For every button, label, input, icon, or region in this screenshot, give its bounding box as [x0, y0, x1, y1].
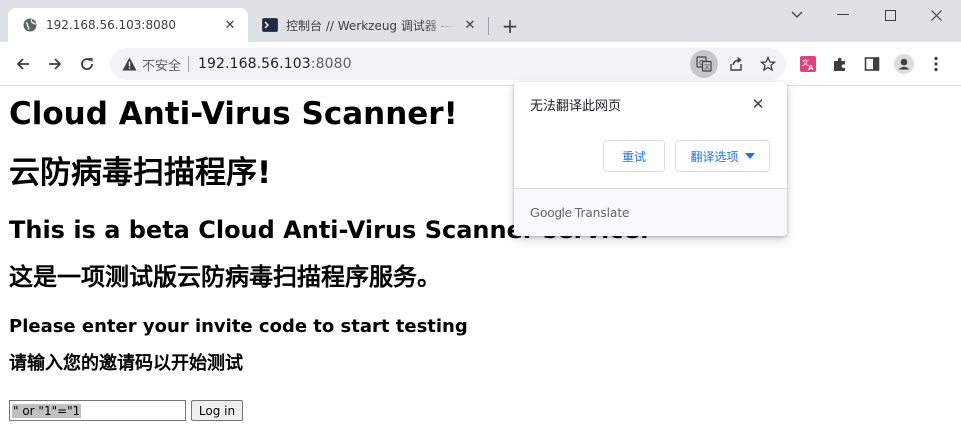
translate-product-label: Translate [574, 205, 630, 220]
tab-title: 控制台 // Werkzeug 调试器 --- [286, 18, 454, 33]
tab-title: 192.168.56.103:8080 [46, 18, 177, 32]
page-title-zh: 云防病毒扫描程序! [9, 155, 272, 191]
extensions-puzzle-icon[interactable] [826, 50, 854, 78]
back-arrow-icon[interactable] [9, 50, 37, 78]
forward-arrow-icon[interactable] [41, 50, 69, 78]
tab-separator [488, 17, 489, 35]
subtitle-zh: 这是一项测试版云防病毒扫描程序服务。 [9, 263, 441, 291]
dropdown-caret-icon [744, 153, 755, 159]
translate-icon[interactable]: G文 [690, 50, 718, 78]
invite-code-input[interactable]: " or "1"="1 [9, 400, 186, 421]
page-title-en: Cloud Anti-Virus Scanner! [9, 96, 458, 132]
bookmark-star-icon[interactable] [754, 50, 782, 78]
url-text[interactable]: 192.168.56.103:8080 [198, 56, 352, 72]
translate-popup: 无法翻译此网页 ✕ 重试 翻译选项 Google Translate [514, 82, 787, 236]
globe-icon [22, 17, 38, 33]
translate-extension-icon[interactable]: 文A [794, 50, 822, 78]
kebab-menu-icon[interactable] [922, 50, 950, 78]
prompt-en: Please enter your invite code to start t… [9, 316, 468, 337]
tab-search-chevron-icon[interactable] [774, 0, 820, 30]
translate-popup-footer: Google Translate [514, 188, 787, 236]
translate-popup-message: 无法翻译此网页 [530, 99, 622, 114]
profile-avatar-icon[interactable] [890, 50, 918, 78]
tab-close-icon[interactable]: ✕ [222, 17, 238, 33]
tab-active[interactable]: 192.168.56.103:8080 ✕ [8, 8, 248, 42]
address-divider [188, 56, 190, 72]
maximize-icon[interactable] [867, 0, 913, 30]
close-icon[interactable]: ✕ [748, 94, 768, 114]
retry-button[interactable]: 重试 [603, 140, 665, 172]
reload-icon[interactable] [73, 50, 101, 78]
svg-text:A: A [808, 64, 814, 72]
address-bar[interactable]: 不安全 192.168.56.103:8080 [110, 48, 786, 80]
security-label[interactable]: 不安全 [142, 55, 181, 74]
google-brand-label: Google [530, 205, 572, 220]
translate-options-label: 翻译选项 [690, 149, 739, 164]
not-secure-warning-icon[interactable] [120, 55, 138, 73]
tab-strip: 192.168.56.103:8080 ✕ 控制台 // Werkzeug 调试… [0, 0, 961, 42]
translate-options-button[interactable]: 翻译选项 [675, 140, 770, 172]
login-button[interactable]: Log in [191, 400, 243, 421]
tab-inactive[interactable]: 控制台 // Werkzeug 调试器 --- ✕ [252, 8, 488, 42]
svg-text:文: 文 [704, 63, 710, 71]
prompt-zh: 请输入您的邀请码以开始测试 [9, 353, 243, 374]
close-window-icon[interactable] [913, 0, 959, 30]
tab-close-icon[interactable]: ✕ [462, 17, 478, 33]
url-host: 192.168.56.103 [198, 56, 311, 72]
side-panel-icon[interactable] [858, 50, 886, 78]
invite-code-value: " or "1"="1 [12, 403, 82, 418]
page-content: Cloud Anti-Virus Scanner! 云防病毒扫描程序! This… [0, 87, 961, 448]
browser-toolbar: 不安全 192.168.56.103:8080 G文 文A [0, 42, 961, 86]
new-tab-plus-icon[interactable]: + [498, 14, 522, 38]
terminal-icon [262, 17, 278, 33]
url-port: :8080 [310, 56, 352, 72]
share-icon[interactable] [722, 50, 750, 78]
minimize-icon[interactable] [820, 0, 866, 30]
